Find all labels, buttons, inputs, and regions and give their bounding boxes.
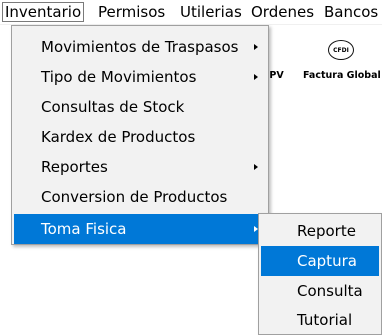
menu-utilerias[interactable]: Utilerias (179, 2, 243, 22)
menu-item-toma-fisica[interactable]: Toma Fisica (14, 214, 266, 244)
submenu-arrow-icon (254, 164, 258, 170)
menu-bancos[interactable]: Bancos (323, 2, 379, 22)
submenu-item-label: Consulta (297, 282, 363, 300)
menu-item-label: Tipo de Movimientos (41, 68, 197, 86)
menu-item-label: Reportes (41, 158, 108, 176)
submenu-item-label: Reporte (297, 222, 356, 240)
submenu-item-reporte[interactable]: Reporte (261, 216, 379, 246)
menu-item-tipo-de-movimientos[interactable]: Tipo de Movimientos (14, 62, 266, 92)
submenu-item-label: Tutorial (297, 311, 353, 329)
submenu-item-consulta[interactable]: Consulta (261, 276, 379, 306)
menu-item-label: Toma Fisica (41, 220, 127, 238)
menu-item-label: Conversion de Productos (41, 188, 228, 206)
menu-item-label: Consultas de Stock (41, 98, 185, 116)
menu-ordenes[interactable]: Ordenes (250, 2, 315, 22)
menu-bar: Inventario Permisos Utilerias Ordenes Ba… (0, 0, 382, 25)
menu-item-label: Kardex de Productos (41, 128, 196, 146)
menu-permisos[interactable]: Permisos (97, 2, 166, 22)
toolbar-label-factura-global[interactable]: Factura Global (303, 70, 381, 81)
cfdi-icon[interactable]: CFDI (328, 40, 354, 60)
menu-item-reportes[interactable]: Reportes (14, 152, 266, 182)
toolbar: CFDI ar PV Factura Global (255, 26, 382, 86)
menu-inventario[interactable]: Inventario (2, 2, 85, 22)
menu-item-label: Movimientos de Traspasos (41, 38, 239, 56)
toma-fisica-submenu: Reporte Captura Consulta Tutorial (258, 213, 382, 335)
submenu-item-captura[interactable]: Captura (261, 246, 379, 276)
menu-item-conversion-de-productos[interactable]: Conversion de Productos (14, 182, 266, 212)
submenu-item-label: Captura (297, 252, 357, 270)
menu-item-movimientos-de-traspasos[interactable]: Movimientos de Traspasos (14, 32, 266, 62)
menu-item-kardex-de-productos[interactable]: Kardex de Productos (14, 122, 266, 152)
menu-item-consultas-de-stock[interactable]: Consultas de Stock (14, 92, 266, 122)
submenu-arrow-icon (254, 44, 258, 50)
inventario-dropdown: Movimientos de Traspasos Tipo de Movimie… (11, 25, 269, 245)
submenu-item-tutorial[interactable]: Tutorial (261, 305, 379, 335)
submenu-arrow-icon (254, 74, 258, 80)
